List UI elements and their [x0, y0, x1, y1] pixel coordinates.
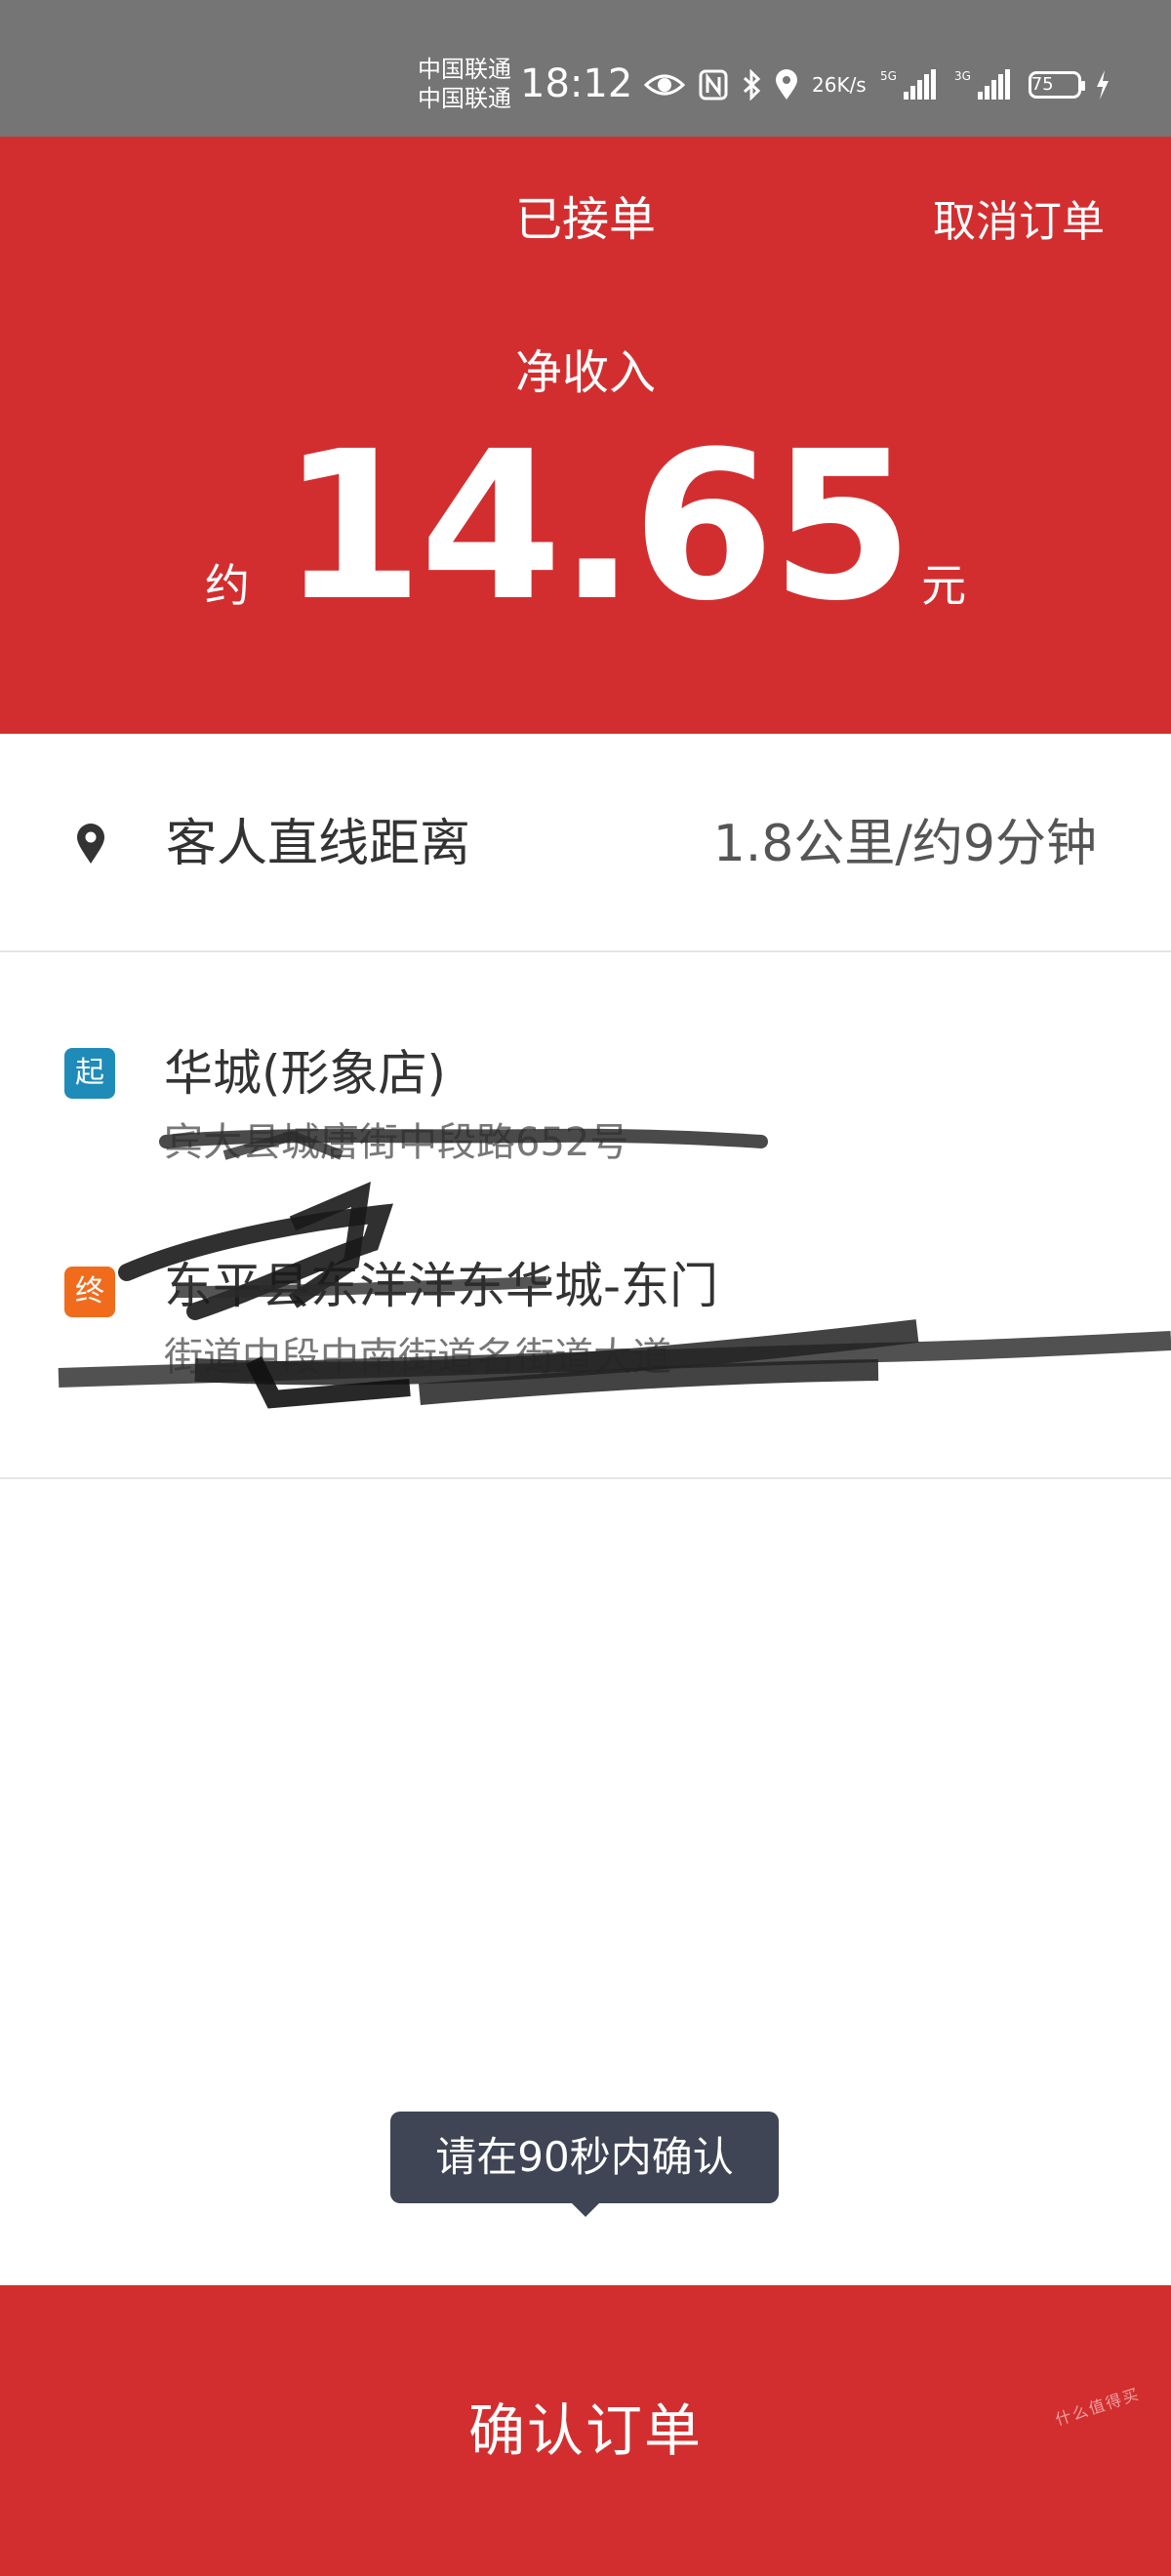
signal-1-label: 5G: [880, 69, 897, 83]
net-speed-value: 26: [812, 73, 837, 97]
start-location-name: 华城(形象店): [164, 1045, 447, 1102]
watermark: 什么值得买: [1053, 2384, 1143, 2430]
eye-comfort-icon: [644, 71, 685, 99]
cancel-order-button[interactable]: 取消订单: [933, 195, 1105, 250]
battery-icon: 75: [1028, 71, 1085, 99]
confirm-order-button[interactable]: 确认订单 什么值得买: [0, 2285, 1171, 2576]
location-icon: [775, 69, 798, 101]
signal-3g-icon: 3G: [954, 68, 1015, 101]
start-tag: 起: [64, 1048, 115, 1099]
location-pin-icon: [76, 824, 105, 868]
redaction-scribble: [58, 1128, 1171, 1409]
battery-level: 75: [1030, 74, 1054, 95]
customer-distance-row: 客人直线距离 1.8公里/约9分钟: [0, 734, 1171, 952]
net-income-label: 净收入: [514, 345, 656, 400]
nfc-icon: [699, 69, 728, 101]
order-header: 已接单 取消订单 净收入 约 14.65 元: [0, 137, 1171, 734]
charging-icon: [1095, 69, 1110, 101]
end-tag: 终: [64, 1267, 115, 1317]
distance-label: 客人直线距离: [166, 815, 471, 873]
confirm-countdown-tooltip: 请在90秒内确认: [390, 2112, 779, 2203]
status-bar: 中国联通 中国联通 18:12 26 K/s 5G 3G 75: [0, 0, 1171, 137]
start-location-address: 宾大县城唐街中段路652号: [164, 1120, 629, 1165]
signal-2-label: 3G: [954, 69, 971, 83]
bluetooth-icon: [742, 69, 761, 101]
distance-value: 1.8公里/约9分钟: [712, 815, 1097, 873]
confirm-order-label: 确认订单: [467, 2397, 703, 2464]
signal-5g-icon: 5G: [880, 68, 941, 101]
carrier-2: 中国联通: [418, 85, 511, 112]
currency-unit: 元: [921, 559, 967, 612]
net-speed: 26 K/s: [812, 74, 867, 96]
net-income-amount-row: 约 14.65 元: [0, 407, 1171, 646]
tooltip-arrow: [572, 2203, 599, 2217]
carrier-1: 中国联通: [418, 56, 511, 83]
route-addresses: 起 华城(形象店) 宾大县城唐街中段路652号 终 东平县东洋洋东华城-东门 街…: [0, 950, 1171, 1479]
approx-label: 约: [204, 559, 250, 612]
end-location-name: 东平县东洋洋东华城-东门: [164, 1258, 719, 1314]
end-location-address: 街道中段中南街道名街道大道: [164, 1335, 671, 1380]
status-icons: 26 K/s 5G 3G 75: [644, 60, 1110, 109]
net-speed-unit: K/s: [836, 73, 867, 97]
carrier-names: 中国联通 中国联通: [418, 55, 511, 113]
net-income-amount: 14.65: [280, 407, 913, 646]
status-time: 18:12: [520, 61, 633, 106]
